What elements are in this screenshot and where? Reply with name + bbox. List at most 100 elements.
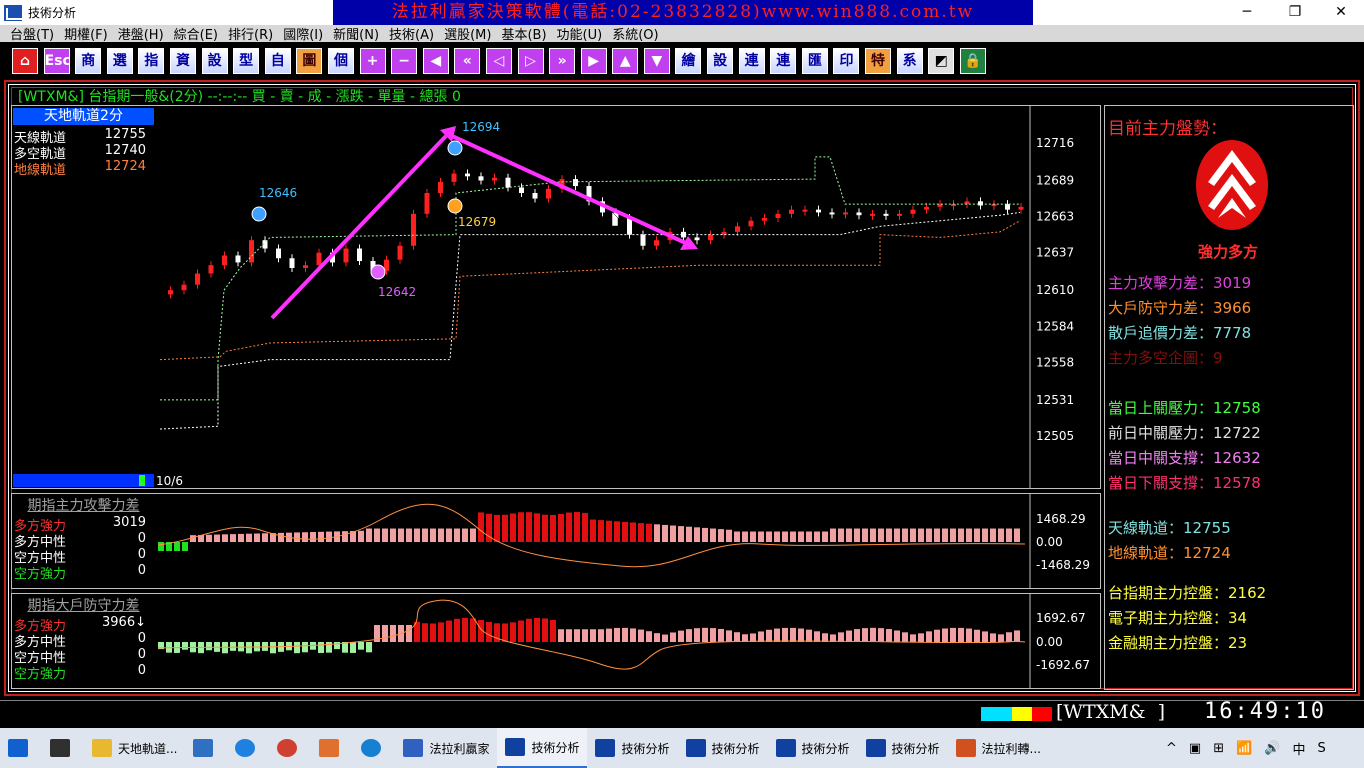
taskbar-item-1[interactable] — [42, 728, 84, 768]
tray-item-5[interactable]: 中 — [1292, 739, 1305, 758]
toolbar-button-20[interactable]: ▼ — [643, 48, 670, 74]
scroll-thumb[interactable] — [139, 475, 145, 486]
defense-panel[interactable] — [11, 593, 1101, 689]
toolbar-button-29[interactable]: ◩ — [928, 48, 955, 74]
trend-row-label: 主力攻擊力差： — [1108, 274, 1214, 292]
taskbar-item-6[interactable] — [311, 728, 353, 768]
edge-icon — [361, 739, 382, 757]
toolbar-button-25[interactable]: 匯 — [801, 48, 828, 74]
trend-row: 前日中關壓力：12722 — [1108, 422, 1261, 443]
toolbar-button-23[interactable]: 連 — [738, 48, 765, 74]
toolbar-button-2[interactable]: 商 — [75, 48, 102, 74]
menu-item-8[interactable]: 選股(M) — [444, 24, 491, 43]
toolbar-button-11[interactable]: + — [359, 48, 386, 74]
menu-item-3[interactable]: 綜合(E) — [174, 24, 218, 43]
toolbar-button-12[interactable]: − — [391, 48, 418, 74]
taskbar-item-10[interactable]: 技術分析 — [587, 728, 677, 768]
toolbar-button-1[interactable]: Esc — [43, 48, 70, 74]
trend-row: 大戶防守力差：3966 — [1108, 297, 1251, 318]
taskbar-item-11[interactable]: 技術分析 — [678, 728, 768, 768]
trend-row-value: 12722 — [1213, 424, 1261, 442]
toolbar: ⌂ Esc 商選指資設型自圖個 + − ◀ «◁ ▷» ▶ ▲ ▼ 繪設連連匯印特系 ◩ 🔒 — [0, 42, 1364, 80]
taskbar-item-12[interactable]: 技術分析 — [768, 728, 858, 768]
trend-row: 主力攻擊力差：3019 — [1108, 272, 1251, 293]
toolbar-button-18[interactable]: ▶ — [580, 48, 607, 74]
menu-item-11[interactable]: 系統(O) — [612, 24, 658, 43]
taskbar-item-0[interactable] — [0, 728, 42, 768]
toolbar-button-15[interactable]: ◁ — [485, 48, 512, 74]
toolbar-button-21[interactable]: 繪 — [675, 48, 702, 74]
menu-item-4[interactable]: 排行(R) — [228, 24, 273, 43]
sub-row: 空方強力 0 — [14, 563, 146, 582]
tray-item-1[interactable]: ▣ — [1189, 741, 1201, 756]
taskbar-item-4[interactable] — [227, 728, 269, 768]
toolbar-button-28[interactable]: 系 — [896, 48, 923, 74]
toolbar-button-27[interactable]: 特 — [865, 48, 892, 74]
toolbar-button-30[interactable]: 🔒 — [959, 48, 986, 74]
toolbar-button-0[interactable]: ⌂ — [12, 48, 38, 74]
menu-item-0[interactable]: 台盤(T) — [10, 24, 54, 43]
taskbar-item-5[interactable] — [269, 728, 311, 768]
app-window: 技術分析 法拉利贏家決策軟體(電話:02-23832828)www.win888… — [0, 0, 1364, 768]
menu-item-7[interactable]: 技術(A) — [389, 24, 434, 43]
taskbar-item-8[interactable]: 法拉利贏家 — [395, 728, 497, 768]
trend-row-value: 34 — [1228, 609, 1248, 627]
menu-item-6[interactable]: 新聞(N) — [333, 24, 379, 43]
chart-icon — [595, 739, 616, 757]
toolbar-button-8[interactable]: 自 — [264, 48, 291, 74]
attack-title: 期指主力攻擊力差 — [27, 498, 140, 514]
attack-panel[interactable] — [11, 493, 1101, 589]
menu-item-10[interactable]: 功能(U) — [557, 24, 603, 43]
trend-row-value: 12755 — [1183, 519, 1231, 537]
toolbar-button-5[interactable]: 資 — [169, 48, 196, 74]
window-title: 技術分析 — [28, 6, 77, 20]
taskbar-item-14[interactable]: 法拉利轉... — [948, 728, 1049, 768]
trend-row-value: 7778 — [1213, 324, 1252, 342]
chart-icon — [505, 738, 526, 756]
toolbar-button-6[interactable]: 設 — [201, 48, 228, 74]
tray-item-2[interactable]: ⊞ — [1213, 741, 1224, 756]
trend-row: 電子期主力控盤：34 — [1108, 607, 1247, 628]
status-color-cyan2 — [1001, 707, 1012, 721]
toolbar-button-7[interactable]: 型 — [233, 48, 260, 74]
toolbar-button-10[interactable]: 個 — [327, 48, 354, 74]
toolbar-button-19[interactable]: ▲ — [612, 48, 639, 74]
maximize-button[interactable]: ❐ — [1272, 0, 1318, 25]
defense-title: 期指大戶防守力差 — [27, 598, 140, 614]
trend-row-label: 天線軌道： — [1108, 519, 1184, 537]
scroll-indicator[interactable] — [13, 474, 154, 487]
quote-header: [WTXM&] 台指期一般&(2分) --:--:-- 買 - 賣 - 成 - … — [18, 89, 461, 105]
toolbar-button-3[interactable]: 選 — [106, 48, 133, 74]
minimize-button[interactable]: ─ — [1224, 0, 1270, 25]
toolbar-button-26[interactable]: 印 — [833, 48, 860, 74]
close-button[interactable]: ✕ — [1318, 0, 1364, 25]
toolbar-button-13[interactable]: ◀ — [422, 48, 449, 74]
tray-item-0[interactable]: ^ — [1166, 741, 1177, 756]
taskbar-item-9[interactable]: 技術分析 — [497, 728, 588, 768]
main-chart-panel[interactable] — [11, 105, 1101, 489]
menu-item-9[interactable]: 基本(B) — [501, 24, 546, 43]
status-color-yellow — [1012, 707, 1032, 721]
toolbar-button-9[interactable]: 圖 — [296, 48, 323, 74]
menu-item-2[interactable]: 港盤(H) — [118, 24, 164, 43]
tray-item-4[interactable]: 🔊 — [1264, 741, 1280, 756]
trend-row-value: 12578 — [1213, 474, 1261, 492]
trend-row: 主力多空企圖：9 — [1108, 347, 1223, 368]
toolbar-button-22[interactable]: 設 — [707, 48, 734, 74]
toolbar-button-24[interactable]: 連 — [770, 48, 797, 74]
taskbar-item-2[interactable]: 天地軌道... — [84, 728, 185, 768]
laptop-icon — [193, 739, 214, 757]
tray-item-6[interactable]: S — [1318, 741, 1326, 756]
indicator-title: 天地軌道2分 — [13, 108, 154, 125]
status-color-cyan — [981, 707, 1001, 721]
taskbar-item-13[interactable]: 技術分析 — [858, 728, 948, 768]
taskbar-item-7[interactable] — [353, 728, 395, 768]
menu-item-5[interactable]: 國際(I) — [283, 24, 323, 43]
taskbar-item-3[interactable] — [185, 728, 227, 768]
tray-item-3[interactable]: 📶 — [1236, 741, 1252, 756]
toolbar-button-14[interactable]: « — [454, 48, 481, 74]
menu-item-1[interactable]: 期權(F) — [64, 24, 108, 43]
toolbar-button-16[interactable]: ▷ — [517, 48, 544, 74]
toolbar-button-17[interactable]: » — [549, 48, 576, 74]
toolbar-button-4[interactable]: 指 — [138, 48, 165, 74]
